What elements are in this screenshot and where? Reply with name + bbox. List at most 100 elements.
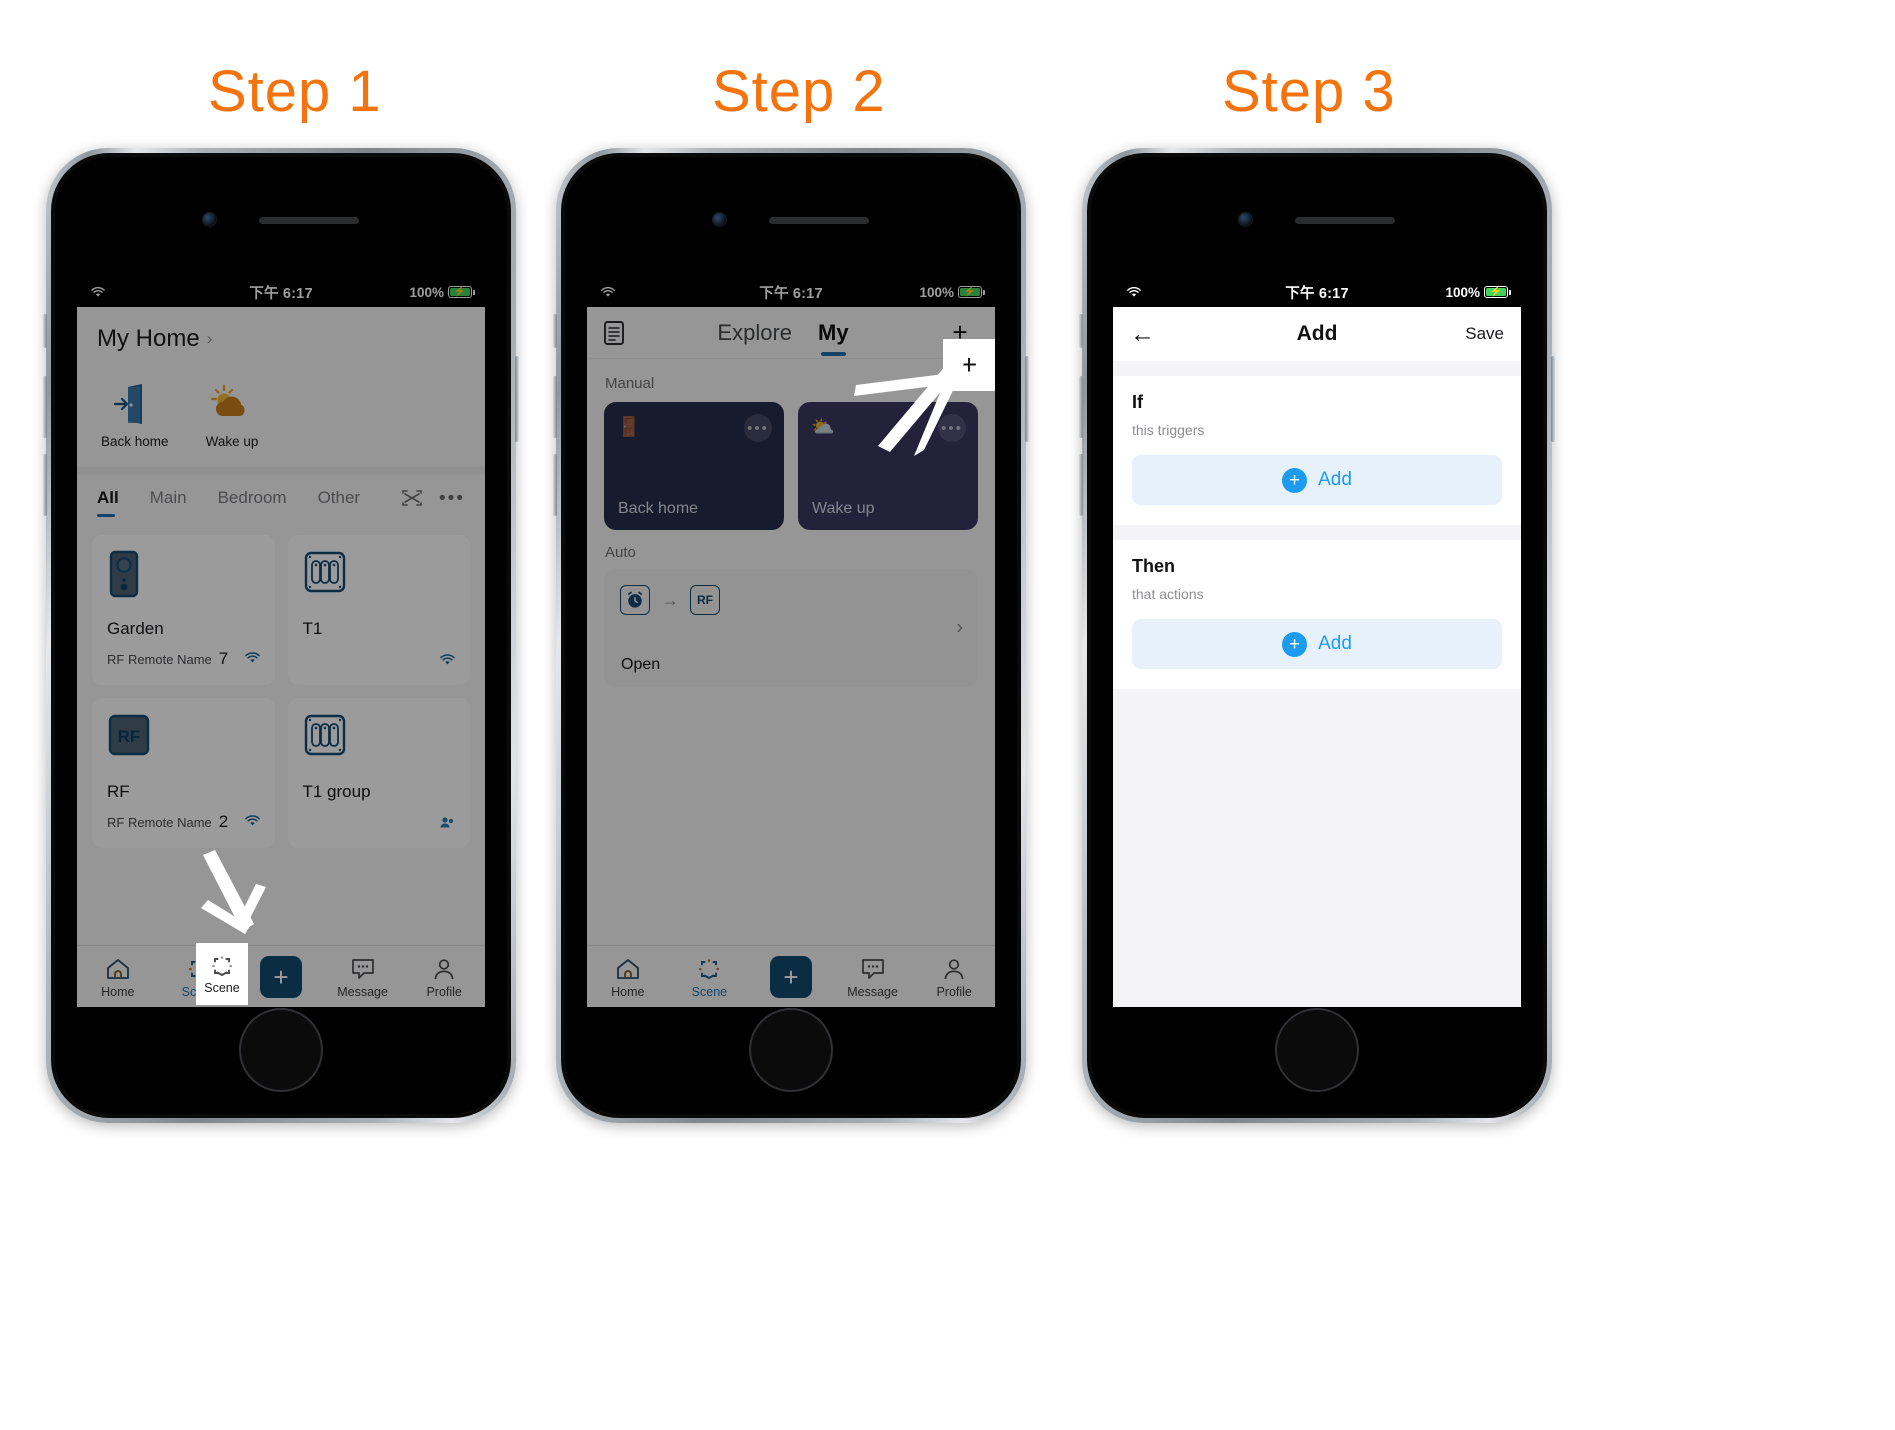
tab-add[interactable]: + (240, 955, 322, 998)
tab-message[interactable]: Message (832, 955, 914, 999)
message-icon (832, 955, 914, 983)
add-nav-bar: ← Add Save (1113, 307, 1521, 361)
status-bar: 下午 6:17 100% ⚡ (77, 277, 485, 307)
tab-explore[interactable]: Explore (717, 320, 792, 346)
if-group: If this triggers + Add (1113, 376, 1521, 525)
room-tab-other[interactable]: Other (318, 475, 361, 521)
battery-percent: 100% (919, 284, 954, 300)
volume-down-button[interactable] (43, 454, 47, 516)
highlight-add-scene-button[interactable]: + (943, 339, 995, 391)
scene-card-back-home[interactable]: 🚪 ••• Back home (604, 402, 784, 530)
volume-down-button[interactable] (553, 454, 557, 516)
home-header: My Home › (77, 307, 485, 353)
arrow-right-icon: → (661, 589, 679, 610)
rf-badge-icon: RF (690, 585, 720, 615)
tab-profile[interactable]: Profile (913, 955, 995, 999)
device-name: RF (107, 782, 130, 801)
device-sub-label: RF Remote Name (107, 652, 212, 667)
alarm-clock-icon (620, 585, 650, 615)
device-card-rf[interactable]: RF RF RF Remote Name 2 (91, 697, 276, 849)
device-card-garden[interactable]: Garden RF Remote Name 7 (91, 534, 276, 686)
more-icon[interactable]: ••• (439, 489, 465, 508)
scene-more-icon[interactable]: ••• (938, 414, 966, 442)
bottom-tab-bar: Home (587, 945, 995, 1007)
highlight-scene-tab[interactable]: Scene (196, 943, 248, 1005)
scene-more-icon[interactable]: ••• (744, 414, 772, 442)
wifi-icon (91, 287, 105, 297)
earpiece-speaker (1295, 217, 1395, 224)
tab-message[interactable]: Message (322, 955, 404, 999)
status-right: 100% ⚡ (919, 284, 985, 300)
volume-up-button[interactable] (1079, 376, 1083, 438)
wifi-icon (244, 651, 261, 667)
screen-step-2: 下午 6:17 100% ⚡ Explore My + Manual 🚪 •••… (587, 277, 995, 1007)
battery-percent: 100% (409, 284, 444, 300)
plus-circle-icon: + (1282, 467, 1308, 493)
list-doc-icon[interactable] (603, 320, 625, 346)
section-auto-label: Auto (587, 530, 995, 569)
tab-label: Home (101, 984, 135, 999)
device-sub-number: 2 (218, 812, 229, 831)
page-title: Add (1296, 322, 1338, 345)
plus-square-icon: + (769, 955, 812, 998)
rf-badge-icon: RF (107, 713, 260, 765)
phone-1-bezel: 下午 6:17 100% ⚡ My Home › Back home Wake … (55, 157, 507, 1114)
battery-charging-icon: ⚡ (1484, 286, 1511, 298)
home-button[interactable] (239, 1008, 323, 1092)
phone-step-2: 下午 6:17 100% ⚡ Explore My + Manual 🚪 •••… (553, 148, 1029, 1123)
home-name-label: My Home (97, 325, 200, 352)
device-card-t1-group[interactable]: T1 group (286, 697, 471, 849)
scene-card-wake-up[interactable]: ⛅ ••• Wake up (798, 402, 978, 530)
tab-home[interactable]: Home (587, 955, 669, 999)
phone-2-bezel: 下午 6:17 100% ⚡ Explore My + Manual 🚪 •••… (565, 157, 1017, 1114)
room-tab-main[interactable]: Main (150, 475, 187, 521)
section-title: Manual (605, 375, 655, 392)
tab-label: Message (337, 984, 388, 999)
tab-profile[interactable]: Profile (403, 955, 485, 999)
add-action-label: Add (1318, 633, 1352, 654)
front-camera-icon (1239, 213, 1252, 226)
auto-scene-card-open[interactable]: → RF Open › (604, 569, 978, 687)
if-subtitle: this triggers (1132, 422, 1205, 438)
power-button[interactable] (1025, 356, 1029, 442)
earpiece-speaker (769, 217, 869, 224)
add-trigger-label: Add (1318, 469, 1352, 490)
room-tab-bedroom[interactable]: Bedroom (218, 475, 287, 521)
device-sub-label: RF Remote Name (107, 815, 212, 830)
add-action-button[interactable]: + Add (1132, 619, 1502, 669)
device-grid: Garden RF Remote Name 7 T1 RF RF RF Remo… (77, 521, 485, 862)
add-trigger-button[interactable]: + Add (1132, 455, 1502, 505)
mute-switch[interactable] (553, 314, 557, 348)
power-button[interactable] (1551, 356, 1555, 442)
power-button[interactable] (515, 356, 519, 442)
mute-switch[interactable] (43, 314, 47, 348)
phone-2-inner: 下午 6:17 100% ⚡ Explore My + Manual 🚪 •••… (561, 153, 1021, 1118)
room-tabs-actions: ••• (401, 489, 465, 508)
scan-icon[interactable] (401, 489, 423, 507)
volume-down-button[interactable] (1079, 454, 1083, 516)
quick-scene-wake-up[interactable]: Wake up (201, 375, 263, 449)
status-right: 100% ⚡ (1445, 285, 1511, 300)
volume-up-button[interactable] (553, 376, 557, 438)
tab-my[interactable]: My (818, 320, 849, 356)
room-tab-all[interactable]: All (97, 475, 119, 521)
screen-step-3: 下午 6:17 100% ⚡ ← Add Save If this trigge… (1113, 277, 1521, 1007)
tab-home[interactable]: Home (77, 955, 159, 999)
room-tabs: All Main Bedroom Other ••• (77, 475, 485, 521)
tab-add[interactable]: + (750, 955, 832, 998)
switch-panel-icon (303, 713, 456, 765)
tab-label: Message (847, 984, 898, 999)
home-name-button[interactable]: My Home › (97, 325, 465, 353)
phone-1-inner: 下午 6:17 100% ⚡ My Home › Back home Wake … (51, 153, 511, 1118)
save-button[interactable]: Save (1465, 324, 1504, 344)
mute-switch[interactable] (1079, 314, 1083, 348)
quick-scene-back-home[interactable]: Back home (101, 375, 169, 449)
home-button[interactable] (749, 1008, 833, 1092)
auto-scene-icons: → RF (620, 585, 962, 615)
profile-icon (913, 955, 995, 983)
device-card-t1[interactable]: T1 (286, 534, 471, 686)
tab-scene[interactable]: Scene (669, 955, 751, 999)
tutorial-stage: Step 1 Step 2 Step 3 下午 6:17 100% ⚡ My H… (0, 0, 1895, 1430)
volume-up-button[interactable] (43, 376, 47, 438)
home-button[interactable] (1275, 1008, 1359, 1092)
